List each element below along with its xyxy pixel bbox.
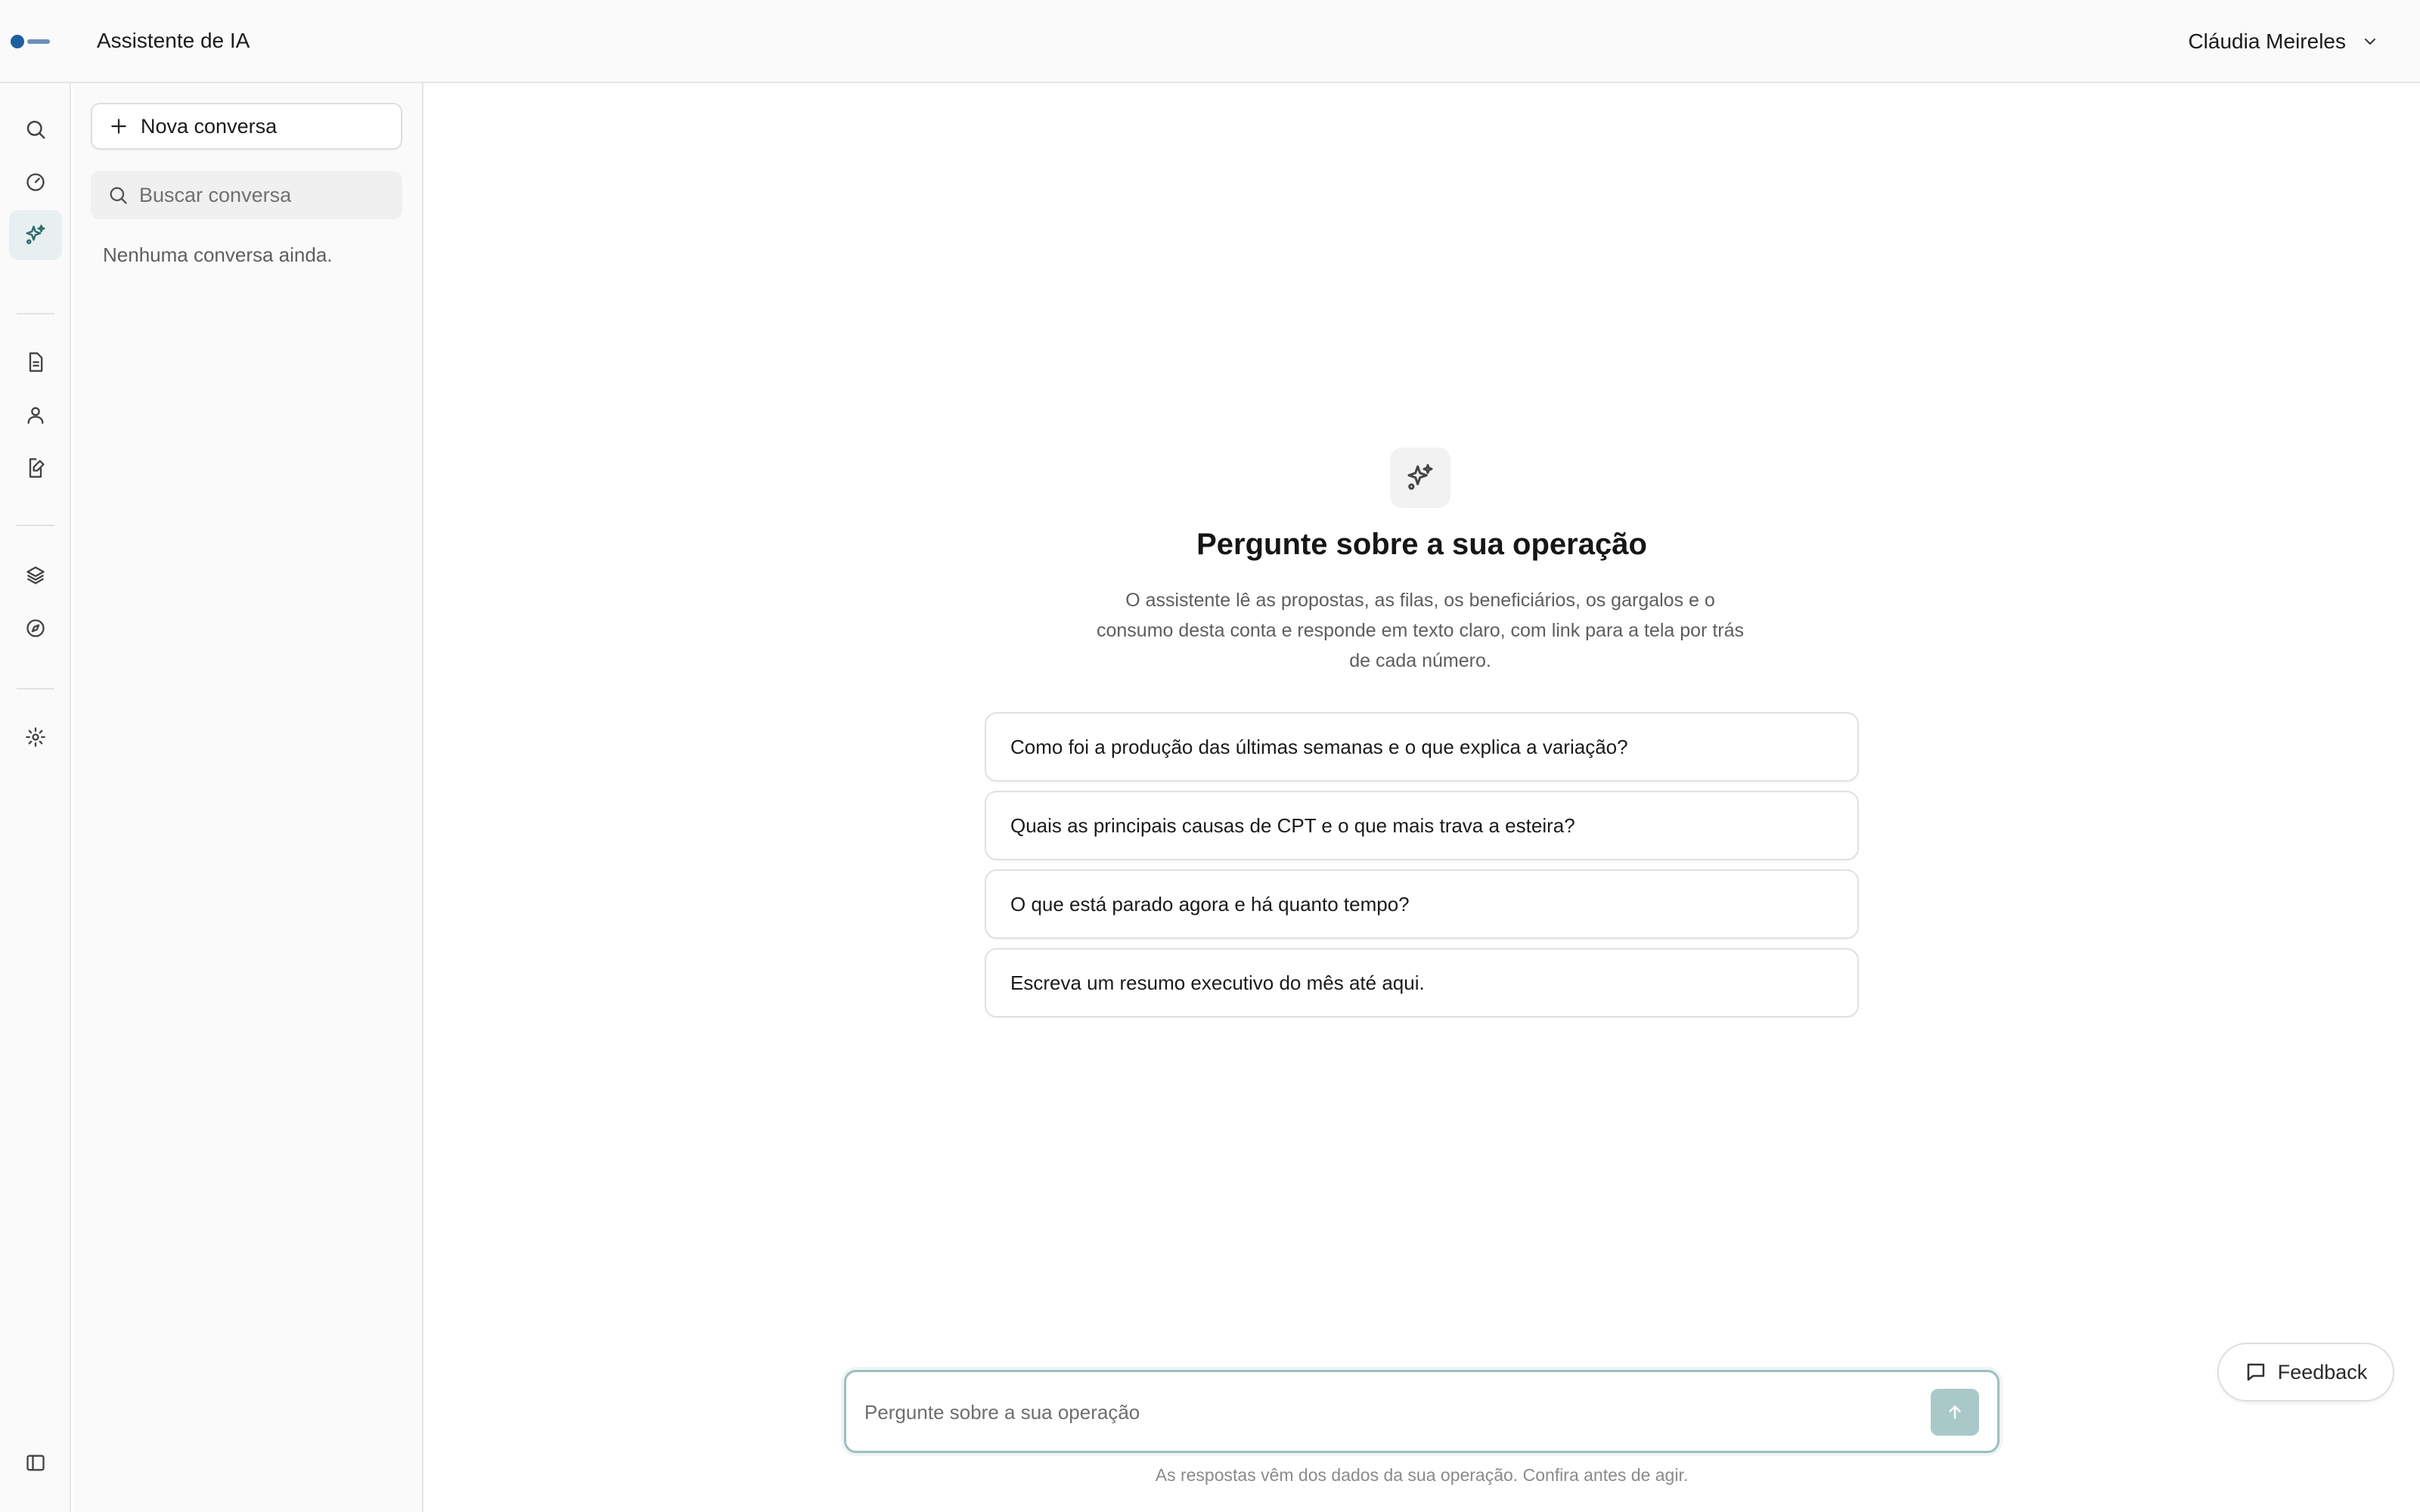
- rail-ai-assistant-button[interactable]: [9, 210, 62, 260]
- conversation-sidebar: Nova conversa Nenhuma conversa ainda.: [73, 83, 424, 1512]
- suggestion-item[interactable]: Quais as principais causas de CPT e o qu…: [985, 791, 1859, 860]
- rail-explore-button[interactable]: [9, 603, 62, 653]
- gear-icon: [25, 727, 46, 748]
- suggestion-item[interactable]: O que está parado agora e há quanto temp…: [985, 869, 1859, 939]
- feedback-label: Feedback: [2277, 1360, 2368, 1383]
- logo-mark: [11, 35, 24, 48]
- rail-beneficiaries-button[interactable]: [9, 390, 62, 440]
- user-menu[interactable]: Cláudia Meireles: [2188, 26, 2379, 57]
- edit-document-icon: [25, 457, 46, 479]
- suggestion-item[interactable]: Como foi a produção das últimas semanas …: [985, 712, 1859, 782]
- icon-rail: [0, 83, 71, 1512]
- feedback-button[interactable]: Feedback: [2217, 1343, 2394, 1402]
- user-name: Cláudia Meireles: [2188, 29, 2346, 53]
- message-square-icon: [2245, 1361, 2267, 1383]
- send-button[interactable]: [1931, 1389, 1979, 1436]
- rail-settings-button[interactable]: [9, 712, 62, 762]
- hero-description: O assistente lê as propostas, as filas, …: [1096, 590, 1744, 671]
- sidebar-toggle-icon: [25, 1452, 46, 1473]
- logo-wordmark: [27, 39, 50, 44]
- sparkle-icon: [24, 224, 47, 246]
- rail-separator: [17, 688, 54, 689]
- search-icon: [24, 118, 47, 141]
- layers-icon: [25, 565, 46, 586]
- compass-icon: [25, 618, 46, 639]
- message-input[interactable]: [864, 1396, 1908, 1428]
- hero-title: Pergunte sobre a sua operação: [1196, 528, 1647, 561]
- rail-search-button[interactable]: [9, 104, 62, 154]
- conversation-search-input[interactable]: [139, 183, 389, 207]
- rail-proposals-button[interactable]: [9, 337, 62, 387]
- rail-separator: [17, 525, 54, 526]
- suggestion-list: Como foi a produção das últimas semanas …: [985, 712, 1859, 1027]
- rail-edit-button[interactable]: [9, 443, 62, 493]
- rail-dashboard-button[interactable]: [9, 157, 62, 207]
- document-icon: [25, 352, 46, 373]
- plus-icon: [109, 116, 129, 136]
- chat-main-area: Pergunte sobre a sua operação O assisten…: [424, 83, 2420, 1512]
- rail-layers-button[interactable]: [9, 550, 62, 600]
- user-icon: [25, 404, 46, 426]
- assistant-hero-icon: [1390, 448, 1450, 508]
- empty-conversations-text: Nenhuma conversa ainda.: [103, 243, 333, 266]
- sparkle-icon: [1405, 463, 1435, 493]
- disclaimer-text: As respostas vêm dos dados da sua operaç…: [1155, 1465, 1689, 1485]
- sidebar-toggle-button[interactable]: [9, 1438, 62, 1488]
- top-header: Assistente de IA Cláudia Meireles: [0, 0, 2420, 83]
- gauge-icon: [25, 172, 46, 193]
- search-icon: [107, 184, 129, 206]
- arrow-up-icon: [1945, 1402, 1965, 1422]
- new-conversation-label: Nova conversa: [141, 114, 278, 138]
- conversation-search[interactable]: [91, 171, 402, 219]
- company-logo[interactable]: [11, 32, 53, 51]
- message-composer: [844, 1370, 2000, 1453]
- rail-separator: [17, 313, 54, 314]
- chevron-down-icon: [2361, 33, 2379, 51]
- page-title: Assistente de IA: [97, 29, 250, 52]
- new-conversation-button[interactable]: Nova conversa: [91, 103, 402, 150]
- suggestion-item[interactable]: Escreva um resumo executivo do mês até a…: [985, 948, 1859, 1018]
